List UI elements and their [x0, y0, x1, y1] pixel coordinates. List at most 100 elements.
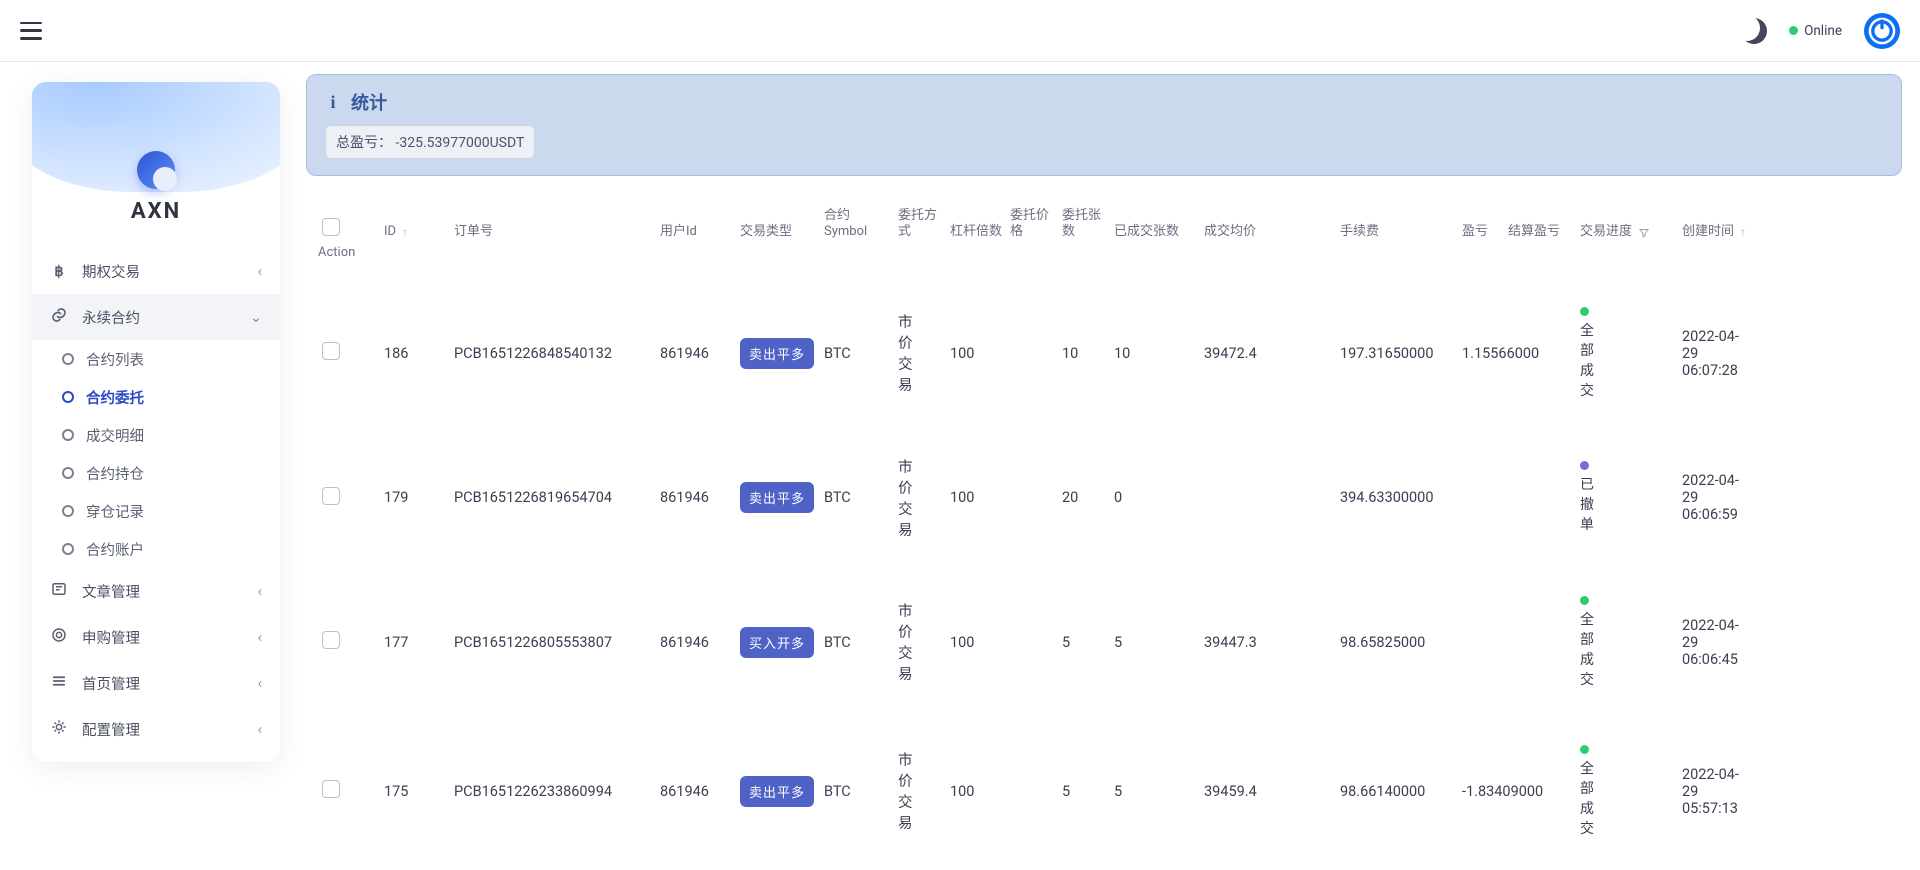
trade-type-pill: 买入开多 [740, 627, 814, 658]
col-symbol[interactable]: 合约Symbol [824, 208, 892, 239]
progress-dot-icon [1580, 745, 1589, 754]
col-avg[interactable]: 成交均价 [1204, 224, 1334, 240]
cell-lever: 100 [950, 345, 1004, 362]
stats-title: 统计 [351, 89, 387, 115]
progress-label: 全部成交 [1580, 320, 1594, 400]
sidebar-nav: ฿ 期权交易 ‹ 永续合约 ⌄ 合约列表 合约委托 成交明细 合约持仓 穿仓记 [32, 242, 280, 762]
sidebar-toggle-button[interactable] [20, 22, 42, 40]
col-trade-type[interactable]: 交易类型 [740, 224, 818, 240]
cell-avg-price: 39472.4 [1204, 345, 1334, 362]
cell-fee: 197.31650000 [1340, 345, 1456, 362]
sidebar-item-label: 永续合约 [82, 307, 140, 328]
trade-type-pill: 卖出平多 [740, 776, 814, 807]
row-checkbox[interactable] [322, 631, 340, 649]
cell-symbol: BTC [824, 634, 892, 651]
sidebar-subitem-contract-accounts[interactable]: 合约账户 [62, 530, 280, 568]
col-progress[interactable]: 交易进度 [1580, 224, 1676, 240]
sidebar-sublist-perpetual: 合约列表 合约委托 成交明细 合约持仓 穿仓记录 合约账户 [32, 340, 280, 568]
col-pl[interactable]: 盈亏 [1462, 224, 1502, 240]
table-row: 186 PCB1651226848540132 861946 卖出平多 BTC … [306, 289, 1902, 424]
info-icon: i [325, 94, 341, 110]
table-row: 177 PCB1651226805553807 861946 买入开多 BTC … [306, 578, 1902, 713]
cell-avg-price: 39459.4 [1204, 783, 1334, 800]
cell-symbol: BTC [824, 783, 892, 800]
sidebar-item-articles[interactable]: 文章管理 ‹ [32, 568, 280, 614]
ring-icon [62, 467, 74, 479]
sidebar-subitem-label: 合约持仓 [86, 463, 144, 484]
user-avatar[interactable] [1864, 13, 1900, 49]
sidebar-item-config[interactable]: 配置管理 ‹ [32, 706, 280, 752]
chevron-left-icon: ‹ [258, 721, 262, 738]
sidebar-item-home[interactable]: 首页管理 ‹ [32, 660, 280, 706]
sidebar-subitem-label: 成交明细 [86, 425, 144, 446]
link-icon [50, 306, 68, 328]
col-oprice[interactable]: 委托价格 [1010, 208, 1056, 239]
row-checkbox[interactable] [322, 342, 340, 360]
sidebar-item-perpetual[interactable]: 永续合约 ⌄ [32, 294, 280, 340]
col-user[interactable]: 用户Id [660, 224, 734, 240]
sidebar-item-label: 配置管理 [82, 719, 140, 740]
row-checkbox[interactable] [322, 780, 340, 798]
sidebar-item-label: 期权交易 [82, 261, 140, 282]
cell-user: 861946 [660, 783, 734, 800]
cell-avg-price: 39447.3 [1204, 634, 1334, 651]
cell-user: 861946 [660, 634, 734, 651]
col-settle[interactable]: 结算盈亏 [1508, 224, 1574, 240]
chevron-left-icon: ‹ [258, 675, 262, 692]
power-icon [1867, 16, 1897, 46]
cell-progress: 已撤单 [1580, 461, 1676, 534]
cell-progress: 全部成交 [1580, 745, 1676, 838]
cell-user: 861946 [660, 489, 734, 506]
sidebar-subitem-liquidation[interactable]: 穿仓记录 [62, 492, 280, 530]
col-mode[interactable]: 委托方式 [898, 208, 944, 239]
sidebar-item-subscription[interactable]: 申购管理 ‹ [32, 614, 280, 660]
col-fee[interactable]: 手续费 [1340, 224, 1456, 240]
row-checkbox[interactable] [322, 487, 340, 505]
col-created[interactable]: 创建时间↑ [1682, 224, 1752, 240]
table-row: 179 PCB1651226819654704 861946 卖出平多 BTC … [306, 438, 1902, 564]
dark-mode-toggle[interactable] [1741, 18, 1767, 44]
sidebar-subitem-label: 合约账户 [86, 539, 144, 560]
progress-dot-icon [1580, 307, 1589, 316]
select-all-checkbox[interactable] [322, 218, 340, 236]
cell-id: 177 [384, 634, 448, 651]
table-header: ID↑ 订单号 用户Id 交易类型 合约Symbol 委托方式 杠杆倍数 委托价… [306, 192, 1902, 277]
cell-id: 179 [384, 489, 448, 506]
col-fqty[interactable]: 已成交张数 [1114, 224, 1198, 240]
sidebar-subitem-trade-details[interactable]: 成交明细 [62, 416, 280, 454]
cell-id: 175 [384, 783, 448, 800]
cell-order: PCB1651226819654704 [454, 489, 654, 506]
progress-label: 已撤单 [1580, 474, 1594, 534]
brand-area: AXN [32, 82, 280, 242]
cell-filled-qty: 0 [1114, 489, 1198, 506]
online-status: Online [1789, 23, 1842, 39]
cell-order: PCB1651226805553807 [454, 634, 654, 651]
cell-fee: 394.63300000 [1340, 489, 1456, 506]
col-order[interactable]: 订单号 [454, 224, 654, 240]
table-row: 175 PCB1651226233860994 861946 卖出平多 BTC … [306, 727, 1902, 862]
sidebar-subitem-contract-list[interactable]: 合约列表 [62, 340, 280, 378]
sidebar-item-options-trading[interactable]: ฿ 期权交易 ‹ [32, 248, 280, 294]
ring-icon [62, 505, 74, 517]
progress-label: 全部成交 [1580, 609, 1594, 689]
filter-icon[interactable] [1638, 227, 1650, 239]
cell-order-mode: 市价交易 [898, 456, 912, 540]
ring-icon [62, 353, 74, 365]
cell-pl: 1.15566000 [1462, 345, 1502, 362]
col-id[interactable]: ID↑ [384, 224, 448, 240]
sidebar-subitem-contract-orders[interactable]: 合约委托 [62, 378, 280, 416]
col-oqty[interactable]: 委托张数 [1062, 208, 1108, 239]
cell-order: PCB1651226233860994 [454, 783, 654, 800]
sidebar-subitem-positions[interactable]: 合约持仓 [62, 454, 280, 492]
chevron-left-icon: ‹ [258, 629, 262, 646]
cell-order-mode: 市价交易 [898, 600, 912, 684]
online-label: Online [1804, 23, 1842, 39]
progress-label: 全部成交 [1580, 758, 1594, 838]
col-lever[interactable]: 杠杆倍数 [950, 224, 1004, 240]
stats-panel: i 统计 总盈亏： -325.53977000USDT [306, 74, 1902, 176]
progress-dot-icon [1580, 461, 1589, 470]
cell-filled-qty: 10 [1114, 345, 1198, 362]
cell-order: PCB1651226848540132 [454, 345, 654, 362]
cell-order-qty: 20 [1062, 489, 1108, 506]
cell-fee: 98.65825000 [1340, 634, 1456, 651]
